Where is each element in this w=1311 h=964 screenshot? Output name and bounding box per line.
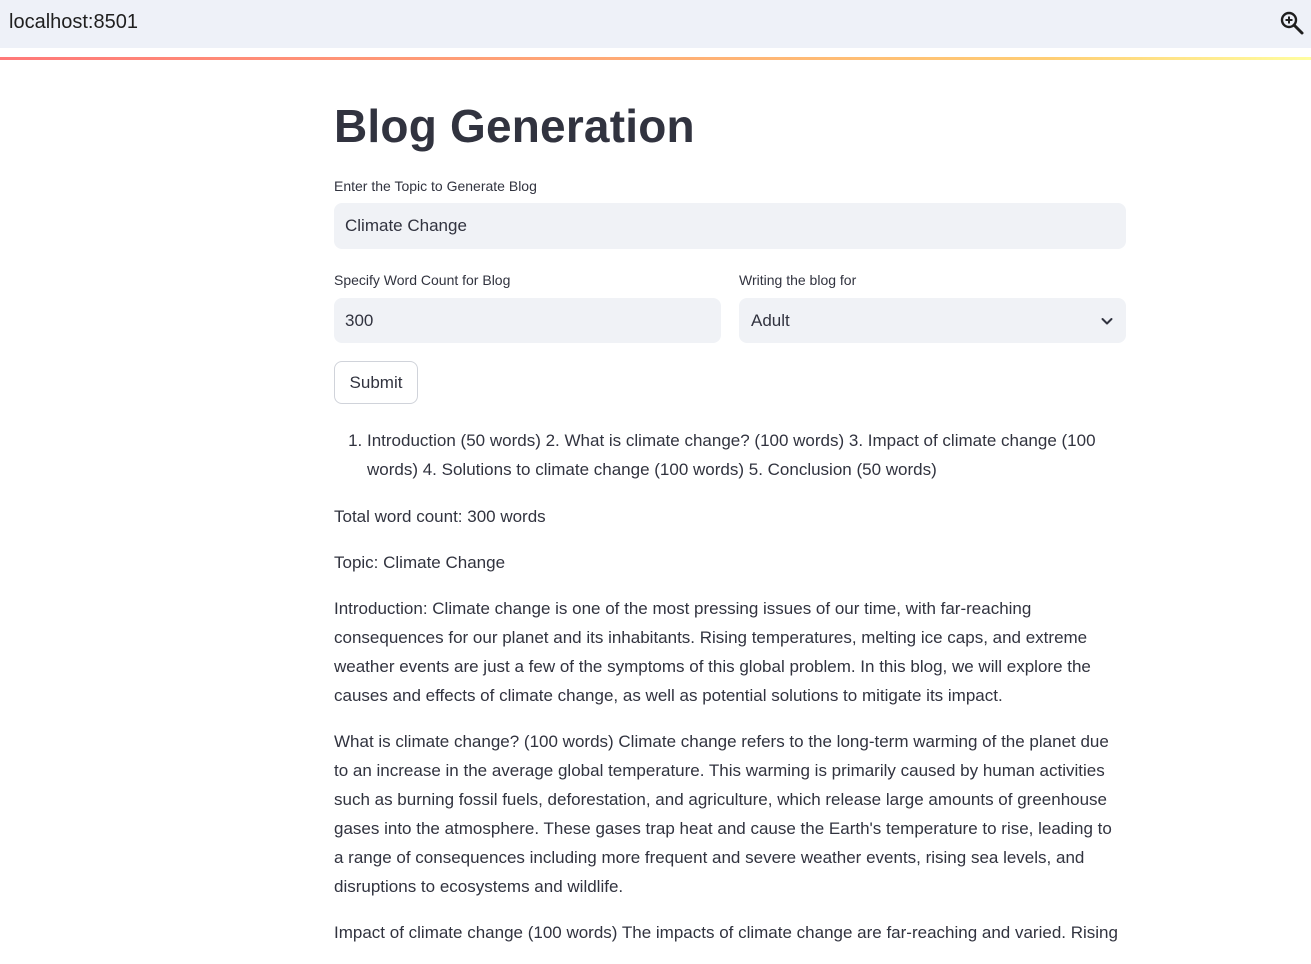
topic-summary: Topic: Climate Change xyxy=(334,553,506,572)
topic-field-label: Enter the Topic to Generate Blog xyxy=(334,178,537,194)
audience-field-label: Writing the blog for xyxy=(739,272,857,288)
audience-select[interactable]: Adult xyxy=(739,298,1126,343)
topic-input[interactable] xyxy=(334,203,1126,249)
submit-button[interactable]: Submit xyxy=(334,361,418,404)
outline-list: Introduction (50 words) 2. What is clima… xyxy=(334,426,1126,484)
header-decoration-line xyxy=(0,57,1311,60)
audience-select-value: Adult xyxy=(751,310,790,330)
what-is-climate-change-paragraph: What is climate change? (100 words) Clim… xyxy=(334,732,1112,896)
outline-item: Introduction (50 words) 2. What is clima… xyxy=(367,426,1126,484)
browser-address-bar: localhost:8501 xyxy=(0,0,1311,48)
chevron-down-icon xyxy=(1100,314,1114,328)
generated-blog-output: Introduction (50 words) 2. What is clima… xyxy=(334,426,1126,964)
url-text[interactable]: localhost:8501 xyxy=(9,10,138,34)
impact-paragraph: Impact of climate change (100 words) The… xyxy=(334,923,1118,942)
introduction-paragraph: Introduction: Climate change is one of t… xyxy=(334,599,1091,705)
word-count-summary: Total word count: 300 words xyxy=(334,507,546,526)
zoom-icon[interactable] xyxy=(1279,10,1305,36)
word-count-input[interactable] xyxy=(334,298,721,343)
page-title: Blog Generation xyxy=(334,100,695,152)
word-count-field-label: Specify Word Count for Blog xyxy=(334,272,511,288)
